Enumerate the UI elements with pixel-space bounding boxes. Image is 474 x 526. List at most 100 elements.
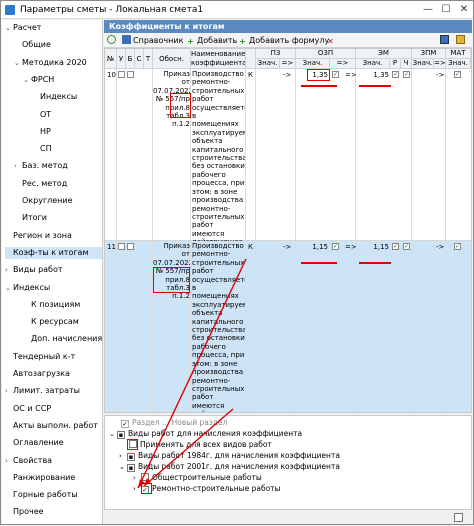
nav-item[interactable]: › Баз. метод (14, 160, 102, 172)
refresh-button[interactable] (107, 35, 118, 46)
nav-item[interactable]: ⌄ Индексы (5, 282, 102, 294)
minimize-button[interactable]: — (421, 3, 435, 16)
window: Параметры сметы - Локальная смета1 — ☐ ✕… (0, 0, 474, 525)
nav-item[interactable]: Автозагрузка (5, 368, 102, 380)
checkbox-u[interactable] (118, 71, 125, 78)
settings-tree: ⌄ Расчет Общие ⌄ Методика 2020 ⌄ ФРСН Индексы ОТ… (2, 20, 103, 524)
nav-item[interactable]: Тендерный к-т (5, 351, 102, 363)
panel-title: Коэффициенты к итогам (104, 20, 472, 33)
nav-item-label: СП (40, 144, 52, 154)
save-icon (440, 35, 449, 44)
em-value[interactable]: 1,15 (371, 243, 389, 251)
nav-item[interactable]: Горные работы (5, 489, 102, 501)
checkbox-b[interactable] (127, 243, 134, 250)
expand-arrow-icon[interactable]: ⌄ (5, 282, 13, 294)
repair-works-option[interactable]: › ✓ Ремонтно-строительные работы (133, 484, 280, 494)
nav-item[interactable]: Ранжирование (5, 472, 102, 484)
checkbox-b[interactable] (127, 71, 134, 78)
em-ch-checkbox[interactable]: ✓ (403, 71, 410, 78)
nav-item[interactable]: СП (32, 143, 102, 155)
annotation-underline-em10 (359, 85, 391, 87)
nav-item[interactable]: Коэф-ты к итогам (5, 246, 102, 259)
maximize-button[interactable]: ☐ (439, 3, 453, 16)
nav-item[interactable]: Прочее (5, 506, 102, 518)
nav-item-label: Баз. метод (22, 161, 68, 171)
row-number: 11 (107, 243, 116, 251)
nav-item-label: К позициям (31, 299, 81, 309)
save-button[interactable] (440, 35, 451, 46)
edit-button[interactable] (456, 35, 467, 46)
expand-arrow-icon[interactable]: › (5, 264, 13, 276)
ozp-checkbox[interactable]: ✓ (332, 71, 339, 78)
types-2001-checkbox[interactable]: ▪ (127, 464, 135, 472)
annotation-box-apply-all (127, 439, 138, 450)
table-row[interactable]: 10 Приказ от 07.07.2022 № 557/пр прил.8 … (105, 69, 471, 322)
reference-label: Справочник (133, 36, 184, 45)
nav-item[interactable]: Итоги (14, 212, 102, 224)
nav-item[interactable]: › Свойства (5, 455, 102, 467)
nav-item[interactable]: ⌄ Расчет (5, 22, 102, 34)
ozp-checkbox[interactable]: ✓ (332, 243, 339, 250)
types-1984-group[interactable]: › ▪ Виды работ 1984г. для начисления коэфф… (119, 451, 340, 461)
title-bar: Параметры сметы - Локальная смета1 — ☐ ✕ (1, 1, 473, 19)
mat-checkbox[interactable]: ✓ (454, 243, 461, 250)
nav-item[interactable]: Доп. начисления (23, 333, 102, 345)
em-value[interactable]: 1,35 (371, 71, 389, 79)
coefficient-kind: К (248, 243, 253, 251)
nav-item[interactable]: К ресурсам (23, 316, 102, 328)
nav-item[interactable]: › Лимит. затраты (5, 385, 102, 397)
reference-button[interactable]: Справочник (122, 35, 183, 46)
coefficient-name: Производство ремонтно-строительных работ… (192, 242, 245, 412)
add-formula-button[interactable]: + Добавить формулу (238, 35, 329, 46)
worktypes-group-checkbox[interactable]: ▪ (117, 431, 125, 439)
nav-item-label: Регион и зона (13, 230, 72, 240)
types-2001-group[interactable]: ⌄ ▪ Виды работ 2001г. для начисления коэфф… (119, 462, 340, 472)
nav-item-label: Рес. метод (22, 178, 68, 188)
nav-item[interactable]: Оглавление (5, 437, 102, 449)
add-formula-label: Добавить формулу (249, 36, 330, 45)
general-works-checkbox[interactable] (141, 473, 149, 481)
nav-item[interactable]: ⌄ Методика 2020 (14, 57, 102, 69)
nav-item[interactable]: Регион и зона (5, 230, 102, 242)
section-checkbox[interactable]: ✓ (121, 420, 129, 428)
nav-item[interactable]: ⌄ ФРСН (23, 74, 102, 86)
expand-arrow-icon[interactable]: ⌄ (23, 74, 31, 86)
expand-arrow-icon[interactable]: ⌄ (14, 57, 22, 69)
ozp-op-header: => (330, 59, 356, 69)
pz-operation: -> (283, 243, 292, 251)
nav-item[interactable]: Округление (14, 195, 102, 207)
expand-arrow-icon[interactable]: › (14, 160, 22, 172)
nav-item[interactable]: ОС и ССР (5, 403, 102, 415)
nav-item[interactable]: Индексы (32, 91, 102, 103)
col-em-header: ЭМ (356, 49, 412, 59)
checkbox-u[interactable] (118, 243, 125, 250)
expand-arrow-icon[interactable]: › (5, 455, 13, 467)
apply-all-option[interactable]: Применять для всех видов работ (129, 440, 272, 450)
nav-item[interactable]: Акты выполн. работ (5, 420, 102, 432)
annotation-underline-ozp11 (301, 262, 337, 264)
nav-item[interactable]: НР (32, 126, 102, 138)
add-button[interactable]: + Добавить (186, 35, 237, 46)
nav-item-label: Коэф-ты к итогам (13, 247, 89, 257)
nav-item[interactable]: К позициям (23, 299, 102, 311)
col-t-header: Т (144, 49, 153, 69)
mat-checkbox[interactable]: ✓ (454, 71, 461, 78)
expand-arrow-icon[interactable]: ⌄ (5, 22, 13, 34)
nav-item[interactable]: › Виды работ (5, 264, 102, 276)
worktypes-panel: ✓ Раздел ... Новый раздел ⌄ ▪ Виды работ дл… (104, 415, 472, 510)
worktypes-group[interactable]: ⌄ ▪ Виды работ для начисления коэффициента (109, 429, 302, 439)
col-pz-header: ПЗ (256, 49, 296, 59)
general-works-option[interactable]: › Общестроительные работы (133, 473, 262, 483)
expand-arrow-icon[interactable]: › (5, 385, 13, 397)
col-mat-header: МАТ (446, 49, 471, 59)
delete-button[interactable]: ✕ (326, 35, 337, 46)
em-r-checkbox[interactable]: ✓ (392, 71, 399, 78)
close-button[interactable]: ✕ (457, 3, 471, 16)
nav-item[interactable]: ОТ (32, 109, 102, 121)
nav-item[interactable]: Общие (14, 39, 102, 51)
em-ch-checkbox[interactable]: ✓ (403, 243, 410, 250)
nav-item[interactable]: Рес. метод (14, 178, 102, 190)
em-r-checkbox[interactable]: ✓ (392, 243, 399, 250)
ozp-value[interactable]: 1,15 (310, 243, 328, 251)
types-1984-checkbox[interactable]: ▪ (127, 453, 135, 461)
